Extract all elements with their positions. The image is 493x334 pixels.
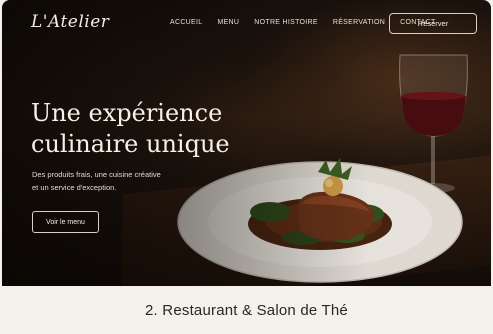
hero-subtitle: Des produits frais, une cuisine créative… [32, 168, 192, 194]
nav-item-accueil[interactable]: ACCUEIL [170, 19, 202, 26]
nav-item-notre-histoire[interactable]: NOTRE HISTOIRE [254, 19, 318, 26]
reserve-button[interactable]: Réserver [389, 13, 477, 34]
hero-headline-line2: culinaire unique [31, 130, 230, 158]
nav-item-reservation[interactable]: RÉSERVATION [333, 19, 385, 26]
hero-headline-line1: Une expérience [31, 99, 223, 127]
hero-subtitle-line2: et un service d'exception. [32, 183, 117, 192]
caption-text: 2. Restaurant & Salon de Thé [145, 301, 348, 319]
caption-bar: 2. Restaurant & Salon de Thé [0, 286, 493, 334]
brand-logo[interactable]: L'Atelier [31, 12, 109, 32]
nav-item-menu[interactable]: MENU [217, 19, 239, 26]
page-frame: L'Atelier ACCUEIL MENU NOTRE HISTOIRE RÉ… [0, 0, 493, 334]
hero-headline: Une expérience culinaire unique [31, 98, 231, 160]
view-menu-button[interactable]: Voir le menu [32, 211, 99, 233]
hero-section: L'Atelier ACCUEIL MENU NOTRE HISTOIRE RÉ… [2, 0, 491, 286]
hero-subtitle-line1: Des produits frais, une cuisine créative [32, 170, 161, 179]
top-navigation: L'Atelier ACCUEIL MENU NOTRE HISTOIRE RÉ… [2, 0, 491, 48]
